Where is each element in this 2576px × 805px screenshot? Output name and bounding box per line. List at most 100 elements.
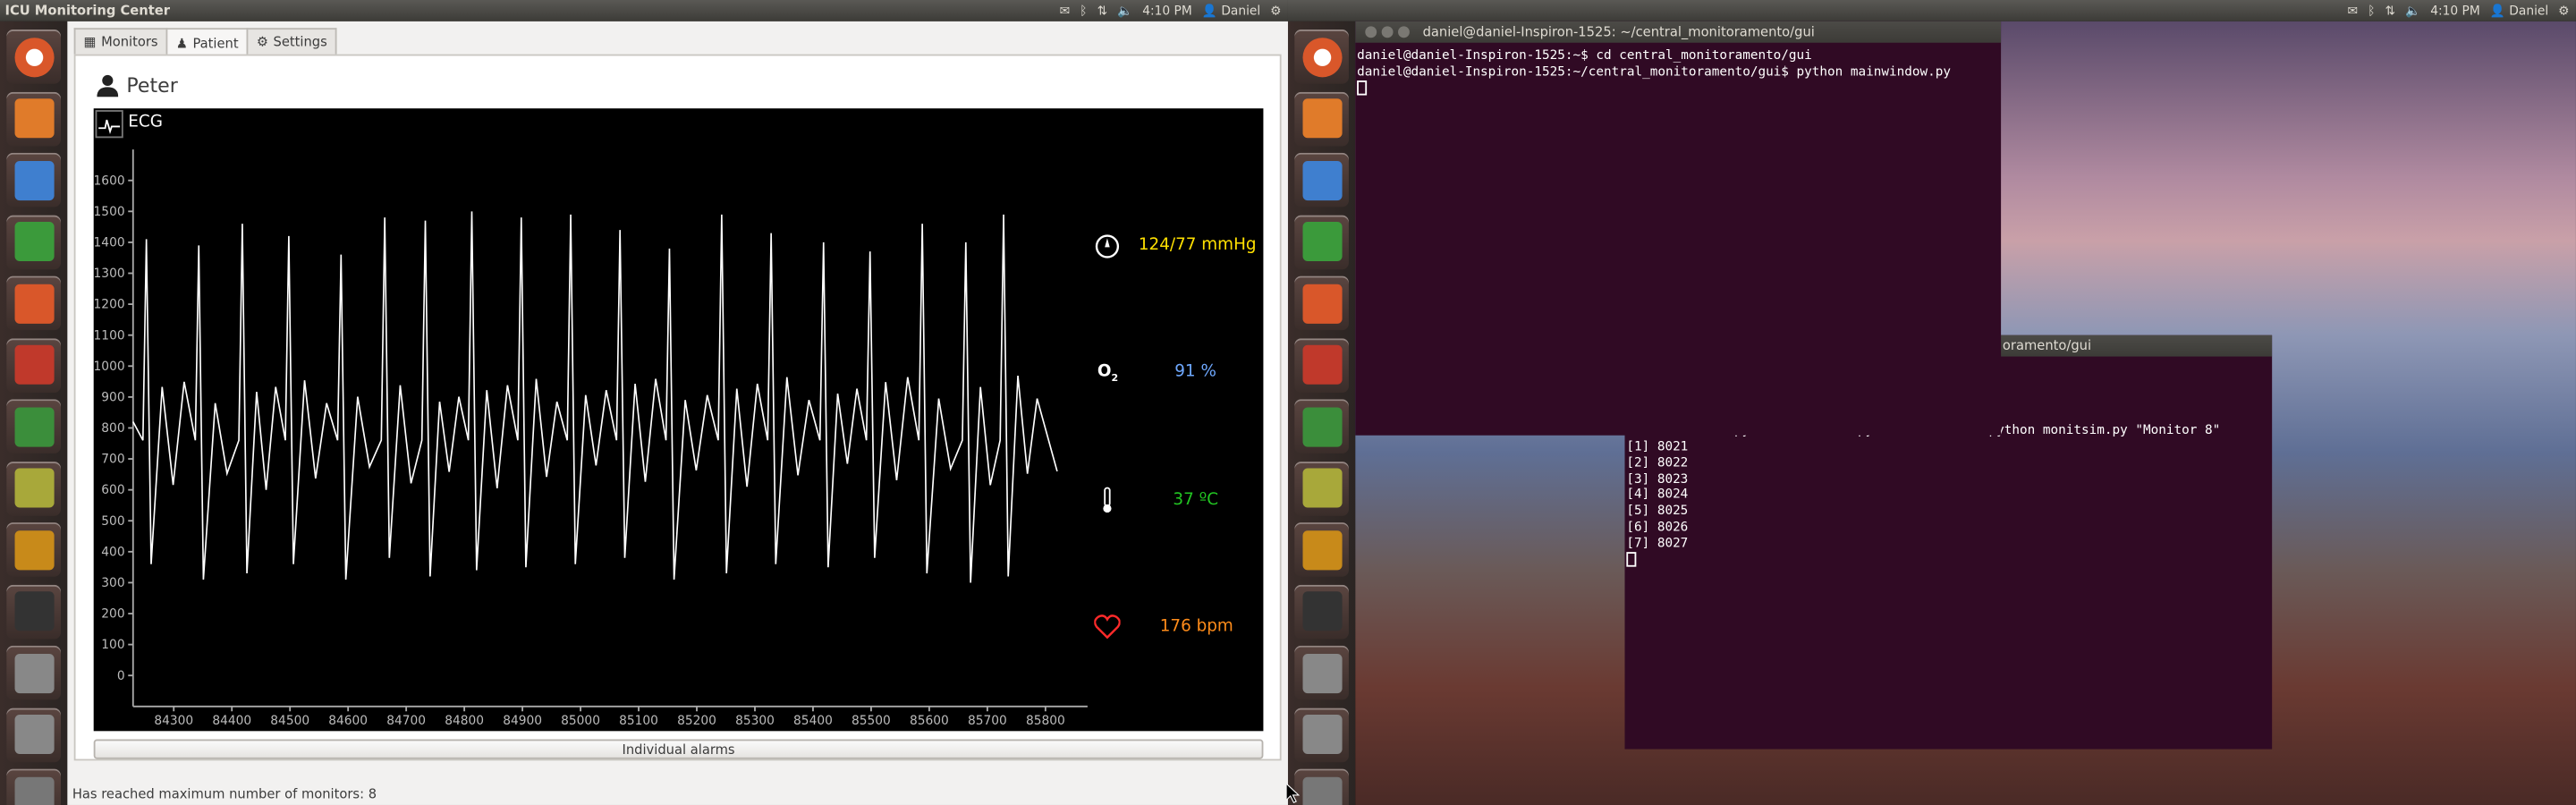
y-tick-label: 200: [101, 607, 124, 622]
icu-main-window: ▦ Monitors ♟ Patient ⚙ Settings Peter ECG 0…: [67, 21, 1288, 805]
launcher-glyph: [1301, 591, 1342, 631]
system-tray-right: ✉ ᛒ ⇅ 🔈 4:10 PM 👤 Daniel ⚙: [2348, 0, 2570, 21]
user-menu[interactable]: 👤 Daniel: [1202, 0, 1260, 21]
user-menu[interactable]: 👤 Daniel: [2490, 0, 2548, 21]
temperature-value: 37 ºC: [1173, 491, 1219, 510]
files-icon[interactable]: [6, 90, 61, 146]
thermometer-icon: [1103, 487, 1112, 513]
document-icon[interactable]: [6, 152, 61, 208]
x-tick-label: 85400: [793, 714, 833, 728]
x-tick-label: 85300: [735, 714, 775, 728]
terminal-line: [2] 8022: [1626, 454, 1689, 470]
help-icon[interactable]: [6, 707, 61, 762]
help-icon[interactable]: [6, 645, 61, 700]
chrome-icon[interactable]: [6, 399, 61, 453]
terminal-line: [4] 8024: [1626, 487, 1689, 502]
spreadsheet-icon[interactable]: [6, 214, 61, 269]
monitor-icon: ▦: [83, 34, 97, 50]
launcher-glyph: [13, 468, 54, 508]
terminal-line: [7] 8027: [1626, 535, 1689, 550]
system-tray-left: ✉ ᛒ ⇅ 🔈 4:10 PM 👤 Daniel ⚙: [1060, 0, 1282, 21]
launcher-glyph: [1301, 775, 1342, 805]
launcher-glyph: [1301, 468, 1342, 508]
minimize-button[interactable]: [1381, 26, 1394, 38]
launcher-glyph: [1301, 530, 1342, 570]
spreadsheet-icon[interactable]: [1294, 214, 1349, 269]
volume-icon[interactable]: 🔈: [1117, 0, 1132, 21]
y-tick-label: 1500: [94, 205, 125, 219]
y-tick-label: 1000: [94, 360, 125, 374]
tab-monitors[interactable]: ▦ Monitors: [73, 28, 168, 55]
bluetooth-icon[interactable]: ᛒ: [2368, 0, 2375, 21]
x-tick-label: 84500: [270, 714, 309, 728]
launcher-glyph: [13, 775, 54, 805]
network-icon[interactable]: ⇅: [2385, 0, 2395, 21]
tab-label: Patient: [192, 35, 239, 51]
launcher-glyph: [13, 406, 54, 446]
launcher-glyph: [13, 160, 54, 200]
presentation-icon[interactable]: [6, 522, 61, 577]
help-icon[interactable]: [1294, 707, 1349, 762]
maximize-button[interactable]: [1398, 26, 1410, 38]
tab-label: Settings: [273, 34, 327, 50]
terminal-icon[interactable]: [1294, 583, 1349, 639]
game-icon[interactable]: [1294, 461, 1349, 515]
mail-icon[interactable]: ✉: [1060, 0, 1071, 21]
y-tick-label: 100: [101, 638, 124, 652]
y-tick-label: 0: [117, 669, 125, 683]
tab-settings[interactable]: ⚙ Settings: [246, 28, 337, 55]
software-center-icon[interactable]: [6, 275, 61, 331]
x-tick-label: 84300: [154, 714, 193, 728]
software-center-icon[interactable]: [1294, 275, 1349, 331]
terminal-1-output[interactable]: daniel@daniel-Inspiron-1525:~$ cd centra…: [1357, 47, 1951, 96]
launcher-ubuntu-button[interactable]: [6, 30, 61, 84]
document-icon[interactable]: [1294, 152, 1349, 208]
launcher-glyph: [13, 530, 54, 570]
x-tick-label: 85200: [677, 714, 716, 728]
o2-icon: O2: [1097, 362, 1119, 385]
help-icon[interactable]: [1294, 645, 1349, 700]
game-icon[interactable]: [6, 461, 61, 515]
launcher-ubuntu-button[interactable]: [1294, 30, 1349, 84]
system-settings-icon[interactable]: [1294, 337, 1349, 393]
tab-label: Monitors: [101, 34, 158, 50]
terminal-cursor: [1357, 80, 1368, 96]
launcher-glyph: [13, 98, 54, 139]
session-gear-icon[interactable]: ⚙: [2558, 0, 2569, 21]
terminal-1-title: daniel@daniel-Inspiron-1525: ~/central_m…: [1422, 24, 1815, 40]
presentation-icon[interactable]: [1294, 522, 1349, 577]
mouse-cursor-icon: [1286, 784, 1300, 803]
top-panel-right: ✉ ᛒ ⇅ 🔈 4:10 PM 👤 Daniel ⚙: [1287, 0, 2576, 21]
mail-icon[interactable]: ✉: [2348, 0, 2359, 21]
workspace-icon[interactable]: [6, 768, 61, 805]
launcher-glyph: [1301, 160, 1342, 200]
session-gear-icon[interactable]: ⚙: [1270, 0, 1281, 21]
individual-alarms-button[interactable]: Individual alarms: [93, 739, 1264, 759]
clock[interactable]: 4:10 PM: [1142, 0, 1192, 21]
volume-icon[interactable]: 🔈: [2405, 0, 2420, 21]
y-tick-label: 700: [101, 453, 124, 467]
launcher-glyph: [13, 37, 54, 77]
terminal-line: [3] 8023: [1626, 470, 1689, 486]
oxygen-saturation-value: 91 %: [1174, 362, 1216, 382]
network-icon[interactable]: ⇅: [1097, 0, 1107, 21]
files-icon[interactable]: [1294, 90, 1349, 146]
close-button[interactable]: [1365, 26, 1377, 38]
tab-patient[interactable]: ♟ Patient: [165, 28, 249, 56]
workspace-icon[interactable]: [1294, 768, 1349, 805]
terminal-icon[interactable]: [6, 583, 61, 639]
launcher-glyph: [13, 653, 54, 693]
terminal-line: [1] 8021: [1626, 438, 1689, 453]
launcher-glyph: [1301, 37, 1342, 77]
y-tick-label: 900: [101, 390, 124, 404]
terminal-window-1[interactable]: daniel@daniel-Inspiron-1525: ~/central_m…: [1355, 21, 2002, 436]
chrome-icon[interactable]: [1294, 399, 1349, 453]
system-settings-icon[interactable]: [6, 337, 61, 393]
tab-bar: ▦ Monitors ♟ Patient ⚙ Settings: [73, 28, 337, 56]
launcher-glyph: [13, 344, 54, 385]
y-tick-label: 500: [101, 514, 124, 529]
y-tick-label: 300: [101, 576, 124, 590]
clock[interactable]: 4:10 PM: [2430, 0, 2480, 21]
terminal-1-titlebar[interactable]: daniel@daniel-Inspiron-1525: ~/central_m…: [1355, 21, 2002, 43]
bluetooth-icon[interactable]: ᛒ: [1080, 0, 1087, 21]
